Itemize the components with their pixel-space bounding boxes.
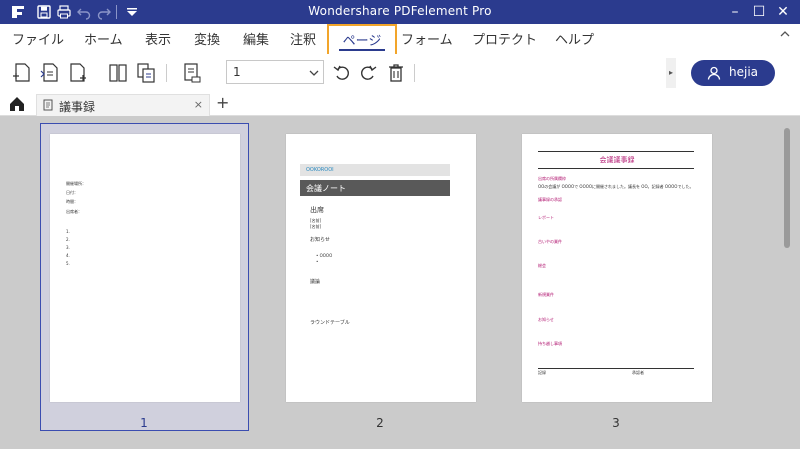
page-thumbnail-canvas: 開催場所： 日付： 時間： 出席者： 1. 2. 3. 4. 5. 1 OOKO…	[0, 116, 800, 449]
split-page-icon[interactable]	[108, 62, 128, 84]
page-thumbnail-3[interactable]: 会議議事録 出席の所属欄枠 OOの会議が OOOOで OOOOに開催されました。…	[522, 134, 712, 402]
page3-heading: お知らせ	[538, 317, 554, 322]
page2-text: • OOOO	[316, 253, 333, 258]
page3-footer: 記録	[538, 370, 546, 375]
collapse-ribbon-icon[interactable]	[780, 30, 790, 38]
vertical-scrollbar[interactable]	[784, 128, 790, 248]
page3-heading: レポート	[538, 215, 554, 220]
page1-text: 4.	[66, 253, 70, 258]
add-blank-page-icon[interactable]	[68, 62, 88, 84]
page3-rule	[538, 168, 694, 169]
page3-heading: 持ち越し事項	[538, 341, 562, 346]
toolbar-separator	[414, 64, 415, 82]
menu-page-active[interactable]: ページ	[327, 24, 397, 56]
page3-heading: 総会	[538, 263, 546, 268]
close-tab-button[interactable]: ×	[194, 98, 203, 111]
chevron-down-icon	[309, 70, 319, 76]
replace-page-icon[interactable]	[136, 62, 156, 84]
page-number-label: 2	[376, 416, 384, 430]
page2-text: ラウンドテーブル	[310, 320, 350, 326]
menu-help[interactable]: ヘルプ	[555, 29, 594, 48]
user-name: hejia	[729, 65, 759, 79]
page1-text: 日付：	[66, 190, 78, 195]
page2-text: [名前]	[310, 224, 322, 229]
page3-heading: 古いやの業件	[538, 239, 562, 244]
page2-text: [名前]	[310, 218, 322, 223]
document-icon	[43, 99, 53, 111]
page2-text: 議論	[310, 279, 321, 285]
menu-page-label: ページ	[342, 34, 382, 49]
delete-page-icon[interactable]	[386, 62, 406, 84]
close-window-button[interactable]: ✕	[774, 3, 792, 21]
page3-rule	[538, 151, 694, 152]
app-window: Wondershare PDFelement Pro – ☐ ✕ ファイル ホー…	[0, 0, 800, 449]
minimize-button[interactable]: –	[726, 3, 744, 21]
window-title: Wondershare PDFelement Pro	[308, 4, 492, 18]
menu-form[interactable]: フォーム	[401, 29, 453, 48]
menu-protect[interactable]: プロテクト	[472, 29, 537, 48]
page1-text: 1.	[66, 229, 70, 234]
menu-file[interactable]: ファイル	[12, 29, 64, 48]
active-tab-underline	[339, 49, 385, 51]
add-tab-button[interactable]: +	[216, 93, 229, 112]
page1-text: 時間：	[66, 199, 78, 204]
page1-text: 3.	[66, 245, 70, 250]
menu-convert[interactable]: 変換	[194, 29, 220, 48]
page-number-select[interactable]: 1	[226, 60, 324, 84]
page-thumbnail-1[interactable]: 開催場所： 日付： 時間： 出席者： 1. 2. 3. 4. 5.	[50, 134, 240, 402]
page2-banner-text: 会議ノート	[306, 184, 346, 193]
page1-text: 5.	[66, 261, 70, 266]
page2-header: OOKOROOI	[306, 167, 334, 173]
page3-heading: 議事録の承認	[538, 197, 562, 202]
page-number-label: 3	[612, 416, 620, 430]
home-icon[interactable]	[8, 95, 26, 113]
page-toolbar: 1 ▸ hejia	[0, 54, 800, 92]
document-tab-bar: 議事録 × +	[0, 92, 800, 116]
page3-rule	[538, 368, 694, 369]
toolbar-separator	[166, 64, 167, 82]
page2-text: お知らせ	[310, 237, 330, 243]
insert-page-icon[interactable]	[12, 62, 32, 84]
page3-footer: 承認者	[632, 370, 644, 375]
page2-text: 出席	[310, 206, 324, 214]
page3-heading: 出席の所属欄枠	[538, 176, 566, 181]
page1-text: 出席者：	[66, 209, 82, 214]
menu-edit[interactable]: 編集	[243, 29, 269, 48]
page3-body: OOの会議が OOOOで OOOOに開催されました。議長を OO。記録者 OOO…	[538, 184, 694, 189]
maximize-button[interactable]: ☐	[750, 3, 768, 21]
menu-comment[interactable]: 注釈	[290, 29, 316, 48]
page-thumbnail-2[interactable]: OOKOROOI 会議ノート 出席 [名前] [名前] お知らせ • OOOO …	[286, 134, 476, 402]
title-bar: Wondershare PDFelement Pro – ☐ ✕	[0, 0, 800, 24]
extract-page-icon[interactable]	[40, 62, 60, 84]
user-account-button[interactable]: hejia	[691, 60, 775, 86]
document-tab-label: 議事録	[59, 100, 96, 114]
menu-bar: ファイル ホーム 表示 変換 編集 注釈 フォーム プロテクト ヘルプ	[0, 24, 800, 54]
document-tab[interactable]: 議事録 ×	[36, 94, 210, 116]
page3-heading: 新規業件	[538, 292, 554, 297]
rotate-left-icon[interactable]	[332, 62, 352, 84]
rotate-right-icon[interactable]	[358, 62, 378, 84]
page-number-label: 1	[140, 416, 148, 430]
side-panel-toggle[interactable]: ▸	[666, 58, 676, 88]
user-icon	[707, 66, 721, 80]
menu-view[interactable]: 表示	[145, 29, 171, 48]
page-labels-icon[interactable]	[182, 62, 202, 84]
page-select-value: 1	[233, 65, 241, 79]
page1-text: 開催場所：	[66, 181, 86, 186]
page3-title: 会議議事録	[599, 156, 635, 164]
menu-home[interactable]: ホーム	[84, 29, 123, 48]
page1-text: 2.	[66, 237, 70, 242]
page2-text: •	[316, 259, 319, 264]
